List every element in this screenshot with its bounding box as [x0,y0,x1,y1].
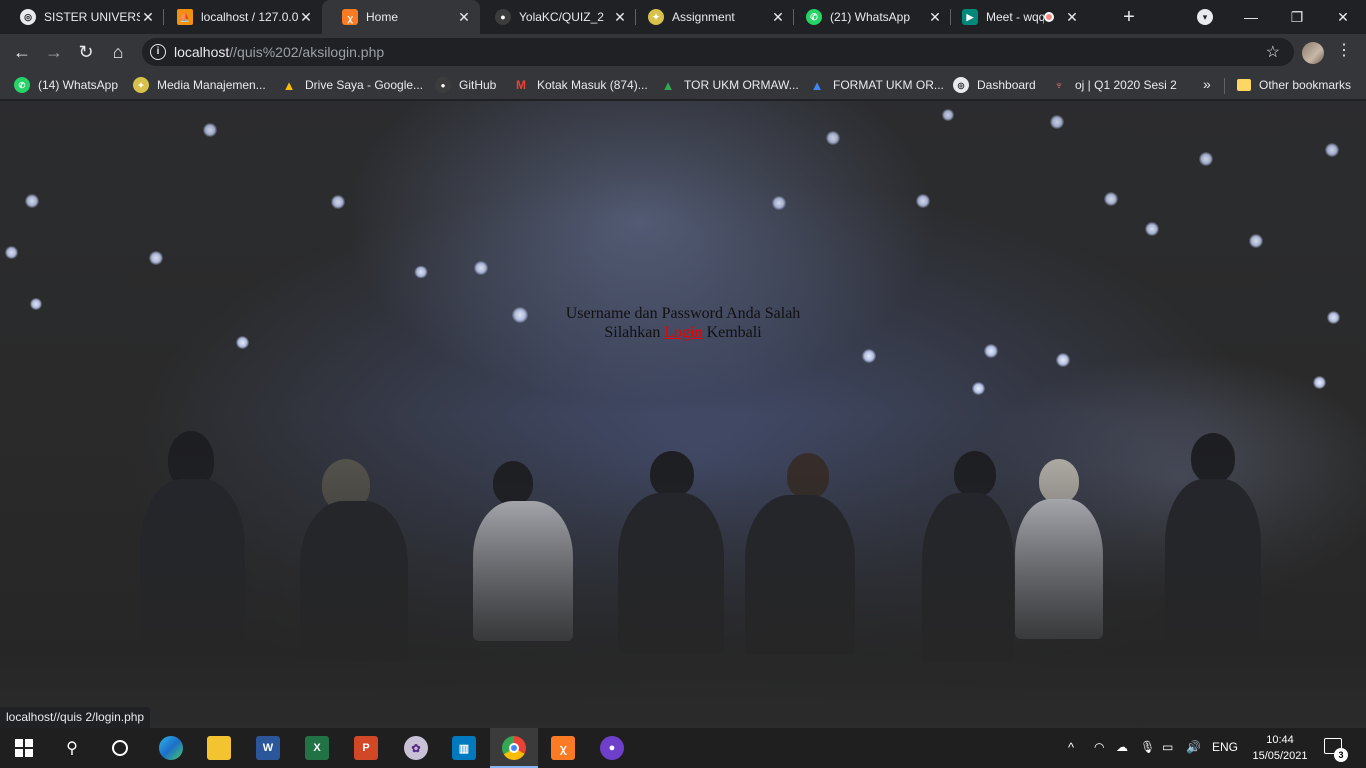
close-window-button[interactable]: ✕ [1320,0,1366,34]
bookmark-drive[interactable]: ▲ Drive Saya - Google... [281,76,424,94]
tab-whatsapp[interactable]: ✆ (21) WhatsApp ✕ [786,0,951,34]
language-indicator[interactable]: ENG [1212,740,1238,754]
tab-title: SISTER UNIVERSITAS [44,10,140,24]
notification-count: 3 [1334,748,1348,762]
bookmark-dashboard[interactable]: ◎ Dashboard [953,76,1036,94]
powerpoint-icon[interactable]: P [354,736,378,760]
university-icon: ✦ [133,77,149,93]
whatsapp-icon: ✆ [14,77,30,93]
reload-button[interactable]: ↻ [74,40,98,64]
bookmarks-bar: ✆ (14) WhatsApp ✦ Media Manajemen... ▲ Driv… [0,70,1366,100]
login-error-message: Username dan Password Anda Salah Silahka… [0,304,1366,342]
close-icon[interactable]: ✕ [456,9,472,26]
windows-taskbar: ⚲ W X P ✿ ▥ ꭓ ● ^ ◠ ☁ 🎙 ▭ 🔊 ENG 10:44 15… [0,728,1366,768]
cortana-icon[interactable] [108,736,132,760]
tab-home[interactable]: ꭓ Home ✕ [322,0,480,34]
volume-icon[interactable]: 🔊 [1186,740,1201,754]
url-text[interactable]: localhost//quis%202/aksilogin.php [174,44,384,60]
close-icon[interactable]: ✕ [612,9,628,26]
tab-title: localhost / 127.0.0.1 [201,10,298,24]
tab-title: (21) WhatsApp [830,10,911,24]
whatsapp-icon: ✆ [806,9,822,25]
restore-button[interactable]: ❐ [1274,0,1320,34]
recording-icon [1044,12,1054,22]
close-icon[interactable]: ✕ [1064,9,1080,26]
error-text: Username dan Password Anda Salah [565,305,801,322]
xampp-icon[interactable]: ꭓ [551,736,575,760]
close-icon[interactable]: ✕ [927,9,943,26]
link-status-tooltip: localhost//quis 2/login.php [0,707,151,728]
back-button[interactable]: ← [10,40,34,64]
profile-avatar[interactable] [1302,42,1324,64]
bookmark-star-icon[interactable]: ☆ [1266,42,1280,62]
other-bookmarks[interactable]: Other bookmarks [1237,76,1351,94]
browser-toolbar: ← → ↻ ⌂ i localhost//quis%202/aksilogin.… [0,34,1366,70]
excel-icon[interactable]: X [305,736,329,760]
university-icon: ✦ [648,9,664,25]
windows-start-icon[interactable] [12,736,36,760]
chevron-up-icon[interactable]: ^ [1068,740,1074,755]
microphone-icon[interactable]: 🎙 [1140,740,1155,754]
tab-title: Home [366,10,399,24]
word-icon[interactable]: W [256,736,280,760]
google-drive-icon: ▲ [282,77,296,93]
page-background: Username dan Password Anda Salah Silahka… [0,101,1366,728]
bookmark-oj[interactable]: ♆ oj | Q1 2020 Sesi 2 [1051,76,1177,94]
menu-icon[interactable]: ⋮ [1336,41,1352,61]
close-icon[interactable]: ✕ [298,9,314,26]
google-drive-icon: ▲ [661,77,675,93]
tab-assignment[interactable]: ✦ Assignment ✕ [628,0,794,34]
home-button[interactable]: ⌂ [106,40,130,64]
close-icon[interactable]: ✕ [140,9,156,26]
new-tab-button[interactable]: + [1118,6,1140,28]
retry-text: Silahkan Login Kembali [604,324,762,341]
oj-icon: ♆ [1054,78,1064,92]
github-desktop-icon[interactable]: ● [600,736,624,760]
minimize-button[interactable]: — [1228,0,1274,34]
github-icon: ● [435,77,451,93]
tab-phpmyadmin[interactable]: ⛵ localhost / 127.0.0.1 ✕ [157,0,322,34]
login-link[interactable]: Login [664,324,702,341]
gmail-icon: M [516,78,526,92]
bookmark-media[interactable]: ✦ Media Manajemen... [133,76,266,94]
meet-icon: ▶ [962,9,978,25]
phpmyadmin-icon: ⛵ [177,9,193,25]
wifi-icon[interactable]: ◠ [1094,740,1104,754]
trello-icon[interactable]: ▥ [452,736,476,760]
bookmark-github[interactable]: ● GitHub [435,76,496,94]
tab-meet[interactable]: ▶ Meet - wqq-j ✕ [942,0,1108,34]
github-icon: ● [495,9,511,25]
globe-icon: ◎ [953,77,969,93]
tab-github[interactable]: ● YolaKC/QUIZ_2 ✕ [475,0,636,34]
battery-icon[interactable]: ▭ [1162,740,1173,754]
search-icon[interactable]: ⚲ [60,736,84,760]
forward-button[interactable]: → [42,40,66,64]
bookmark-gmail[interactable]: M Kotak Masuk (874)... [513,76,648,94]
xampp-icon: ꭓ [342,9,358,25]
tab-title: YolaKC/QUIZ_2 [519,10,604,24]
bookmark-format[interactable]: ▲ FORMAT UKM OR... [809,76,944,94]
tab-title: Assignment [672,10,735,24]
system-clock[interactable]: 10:44 15/05/2021 [1250,732,1310,764]
more-bookmarks-button[interactable]: » [1203,76,1211,92]
address-bar[interactable]: i localhost//quis%202/aksilogin.php ☆ [142,38,1294,66]
tab-sister[interactable]: ◎ SISTER UNIVERSITAS ✕ [0,0,164,34]
chrome-icon[interactable] [502,736,526,760]
close-icon[interactable]: ✕ [770,9,786,26]
folder-icon [1237,79,1251,91]
tab-strip: ◎ SISTER UNIVERSITAS ✕ ⛵ localhost / 127… [0,0,1366,34]
google-drive-icon: ▲ [810,77,824,93]
tab-search-icon[interactable]: ▾ [1197,9,1213,25]
globe-icon: ◎ [20,9,36,25]
file-explorer-icon[interactable] [207,736,231,760]
tab-title: Meet - wqq-j [986,10,1044,24]
info-icon[interactable]: i [150,44,166,60]
edge-icon[interactable] [159,736,183,760]
bookmark-tor[interactable]: ▲ TOR UKM ORMAW... [660,76,799,94]
app-icon[interactable]: ✿ [404,736,428,760]
cloud-icon[interactable]: ☁ [1116,740,1128,754]
bookmark-whatsapp[interactable]: ✆ (14) WhatsApp [14,76,118,94]
